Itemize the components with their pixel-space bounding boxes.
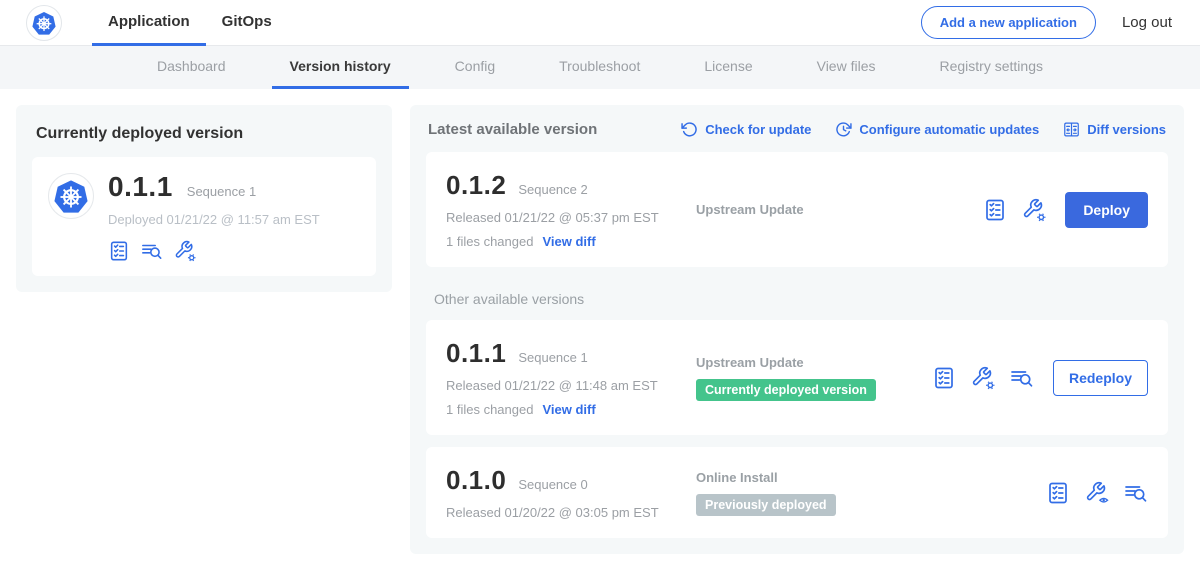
configure-automatic-updates-label: Configure automatic updates (859, 122, 1039, 137)
currently-deployed-version-card: 0.1.1 Sequence 1 Deployed 01/21/22 @ 11:… (32, 157, 376, 276)
app-icon-kubernetes (48, 173, 94, 219)
previously-deployed-badge: Previously deployed (696, 494, 836, 516)
version-card-0-1-1: 0.1.1 Sequence 1 Released 01/21/22 @ 11:… (426, 320, 1168, 435)
version-label: 0.1.1 (446, 338, 506, 369)
released-timestamp: Released 01/20/22 @ 03:05 pm EST (446, 505, 696, 520)
diff-versions-link[interactable]: Diff versions (1063, 121, 1166, 138)
sequence-label: Sequence 0 (518, 477, 587, 492)
preflight-checks-icon[interactable] (932, 366, 956, 390)
main-content: Currently deployed version 0.1.1 Sequenc… (0, 89, 1200, 564)
files-changed-label: 1 files changed (446, 234, 533, 249)
files-changed-label: 1 files changed (446, 402, 533, 417)
check-for-update-link[interactable]: Check for update (681, 121, 811, 138)
edit-config-icon[interactable] (1022, 198, 1046, 222)
app-subnav: Dashboard Version history Config Trouble… (0, 46, 1200, 89)
version-history-panel: Latest available version Check for updat… (410, 105, 1184, 554)
currently-deployed-title: Currently deployed version (36, 125, 372, 143)
deploy-button[interactable]: Deploy (1065, 192, 1148, 228)
auto-update-icon (835, 121, 852, 138)
deployed-version-label: 0.1.1 (108, 171, 173, 203)
header-tabs: Application GitOps (92, 0, 288, 46)
deployed-timestamp: Deployed 01/21/22 @ 11:57 am EST (108, 212, 320, 227)
preflight-checks-icon[interactable] (108, 240, 130, 262)
diff-icon (1063, 121, 1080, 138)
version-source-label: Upstream Update (696, 355, 932, 370)
edit-config-icon[interactable] (174, 240, 196, 262)
view-logs-icon[interactable] (141, 240, 163, 262)
subnav-troubleshoot[interactable]: Troubleshoot (541, 46, 658, 89)
version-label: 0.1.2 (446, 170, 506, 201)
currently-deployed-card: Currently deployed version 0.1.1 Sequenc… (16, 105, 392, 292)
logout-button[interactable]: Log out (1122, 14, 1172, 31)
configure-automatic-updates-link[interactable]: Configure automatic updates (835, 121, 1039, 138)
currently-deployed-badge: Currently deployed version (696, 379, 876, 401)
version-source-label: Online Install (696, 470, 1046, 485)
view-config-icon[interactable] (1085, 481, 1109, 505)
version-label: 0.1.0 (446, 465, 506, 496)
view-diff-link[interactable]: View diff (542, 402, 595, 417)
deployed-sequence-label: Sequence 1 (187, 184, 256, 199)
sequence-label: Sequence 1 (518, 350, 587, 365)
tab-application[interactable]: Application (92, 0, 206, 46)
version-card-0-1-0: 0.1.0 Sequence 0 Released 01/20/22 @ 03:… (426, 447, 1168, 538)
subnav-config[interactable]: Config (437, 46, 513, 89)
check-for-update-label: Check for update (705, 122, 811, 137)
subnav-registry-settings[interactable]: Registry settings (922, 46, 1061, 89)
refresh-icon (681, 121, 698, 138)
diff-versions-label: Diff versions (1087, 122, 1166, 137)
view-logs-icon[interactable] (1010, 366, 1034, 390)
version-source-label: Upstream Update (696, 202, 983, 217)
version-card-0-1-2: 0.1.2 Sequence 2 Released 01/21/22 @ 05:… (426, 152, 1168, 267)
subnav-license[interactable]: License (686, 46, 770, 89)
preflight-checks-icon[interactable] (983, 198, 1007, 222)
preflight-checks-icon[interactable] (1046, 481, 1070, 505)
released-timestamp: Released 01/21/22 @ 05:37 pm EST (446, 210, 696, 225)
view-logs-icon[interactable] (1124, 481, 1148, 505)
add-application-button[interactable]: Add a new application (921, 6, 1096, 39)
edit-config-icon[interactable] (971, 366, 995, 390)
other-available-versions-label: Other available versions (434, 291, 1160, 307)
top-header: Application GitOps Add a new application… (0, 0, 1200, 46)
tab-gitops[interactable]: GitOps (206, 0, 288, 46)
released-timestamp: Released 01/21/22 @ 11:48 am EST (446, 378, 696, 393)
subnav-version-history[interactable]: Version history (272, 46, 409, 89)
sequence-label: Sequence 2 (518, 182, 587, 197)
subnav-dashboard[interactable]: Dashboard (139, 46, 244, 89)
subnav-view-files[interactable]: View files (799, 46, 894, 89)
latest-available-title: Latest available version (428, 121, 597, 138)
redeploy-button[interactable]: Redeploy (1053, 360, 1148, 396)
kubernetes-logo (26, 5, 62, 41)
view-diff-link[interactable]: View diff (542, 234, 595, 249)
